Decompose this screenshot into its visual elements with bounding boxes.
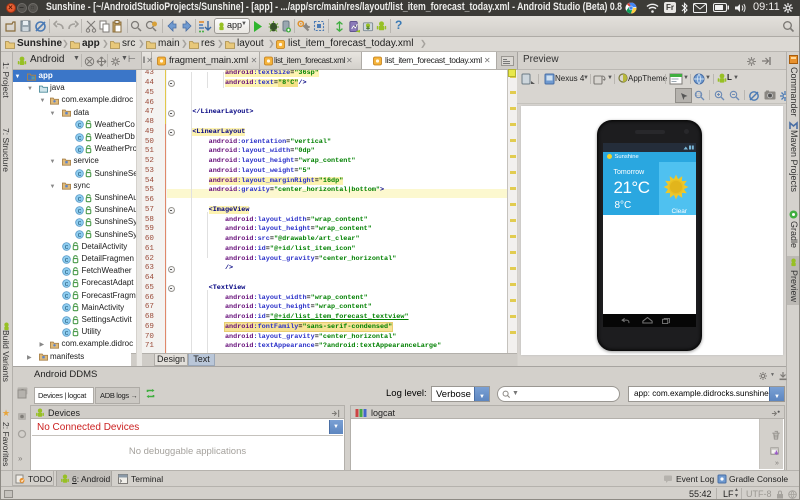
svg-text:c: c (78, 230, 82, 239)
svg-text:c: c (78, 206, 82, 215)
svg-text:c: c (78, 145, 82, 154)
svg-text:c: c (78, 133, 82, 142)
svg-text:c: c (65, 291, 69, 300)
svg-text:c: c (78, 218, 82, 227)
svg-text:c: c (65, 267, 69, 276)
svg-text:c: c (78, 194, 82, 203)
svg-text:c: c (65, 255, 69, 264)
svg-text:c: c (78, 169, 82, 178)
svg-text:c: c (65, 279, 69, 288)
svg-text:c: c (65, 328, 69, 337)
svg-text:c: c (65, 243, 69, 252)
svg-text:c: c (78, 121, 82, 130)
svg-text:1:1: 1:1 (695, 92, 702, 97)
svg-text:c: c (65, 316, 69, 325)
svg-text:c: c (65, 304, 69, 313)
